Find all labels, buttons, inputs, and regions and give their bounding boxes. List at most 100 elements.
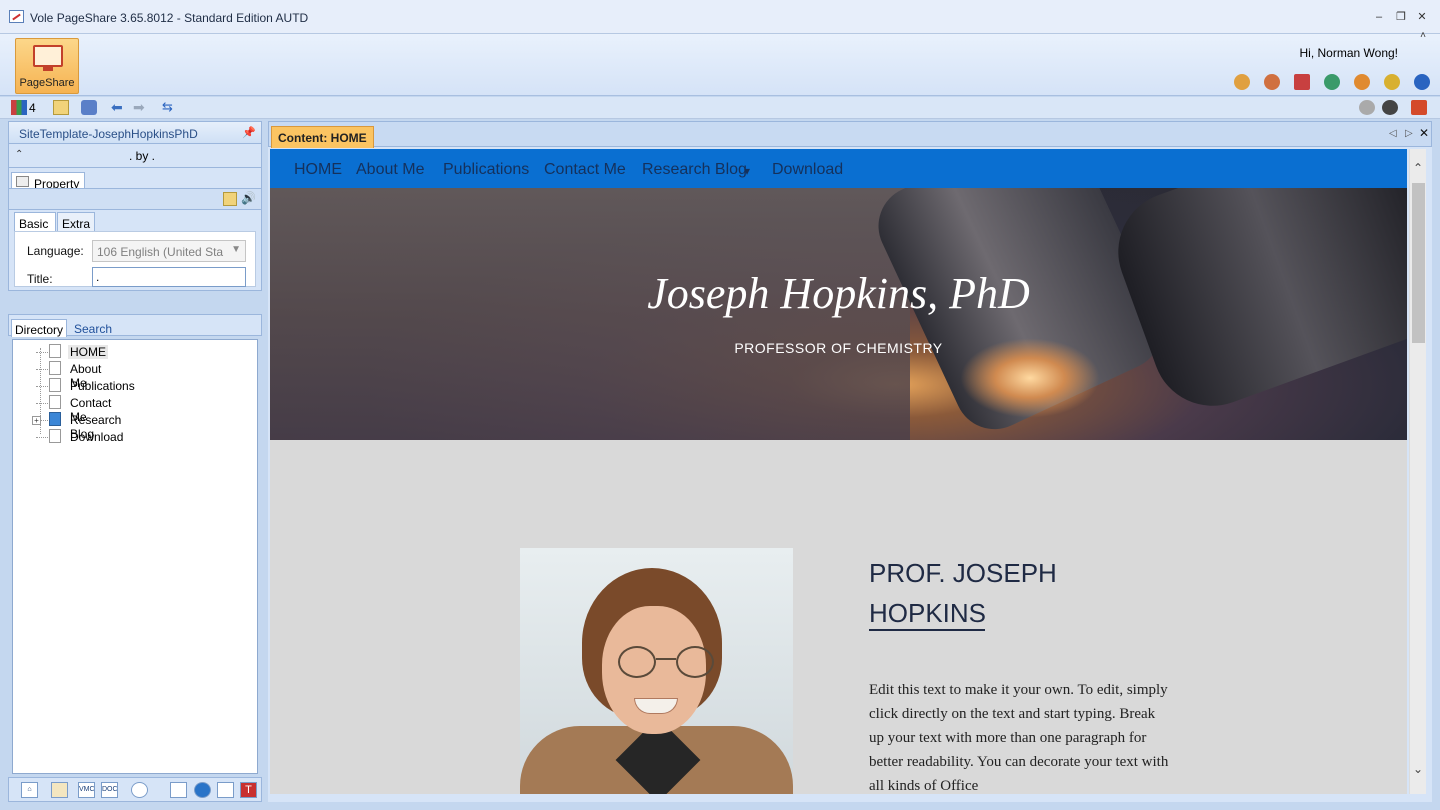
profile-heading: PROF. JOSEPH HOPKINS (869, 553, 1057, 633)
tab-extra[interactable]: Extra (57, 212, 95, 233)
speaker-icon[interactable]: 🔊 (241, 191, 256, 205)
heading-line-1: PROF. JOSEPH (869, 558, 1057, 588)
ribbon: PageShare ˄ Hi, Norman Wong! (0, 30, 1440, 96)
page-icon (49, 344, 61, 358)
bottom-toolbar: ⌂ VMC DOC T (8, 777, 262, 802)
nav-publications[interactable]: Publications (443, 161, 529, 179)
pin-icon[interactable]: 📌 (242, 126, 256, 139)
forward-arrow-icon[interactable]: ➡ (133, 100, 149, 115)
content-tab-bar: Content: HOME ◁ ▷ ✕ (268, 121, 1432, 148)
collapse-up-icon[interactable]: ⌃ (15, 149, 23, 160)
basic-properties: Language: 106 English (United Sta ▼ Titl… (14, 231, 256, 287)
word-icon[interactable] (170, 782, 187, 798)
pageshare-button[interactable]: PageShare (15, 38, 79, 94)
vmc-icon[interactable]: VMC (78, 782, 95, 798)
property-toolbar: 🔊 (8, 188, 262, 210)
hero-title: Joseph Hopkins, PhD (647, 269, 1030, 318)
page-icon (49, 429, 61, 443)
nav-home[interactable]: HOME (294, 161, 342, 179)
profile-body-text: Edit this text to make it your own. To e… (869, 682, 1169, 794)
tab-directory[interactable]: Directory (11, 319, 68, 337)
expand-icon[interactable]: + (32, 416, 41, 425)
nav-dropdown-icon: ▾ (744, 164, 751, 178)
page-icon (49, 378, 61, 392)
book-icon (49, 412, 61, 426)
globe-icon[interactable] (1324, 74, 1340, 90)
property-icon (16, 176, 29, 187)
scroll-thumb[interactable] (1412, 183, 1425, 343)
doc-icon[interactable]: DOC (101, 782, 118, 798)
monitor-icon (33, 45, 63, 71)
directory-tabs: Directory Search (8, 314, 262, 337)
tree-item-label: HOME (68, 345, 108, 359)
tree-item-label: Publications (70, 379, 135, 393)
site-name: SiteTemplate-JosephHopkinsPhD (19, 127, 198, 141)
by-text: . by . (129, 149, 156, 163)
tab-content-home[interactable]: Content: HOME (271, 126, 374, 148)
nav-about-me[interactable]: About Me (356, 161, 424, 179)
tools-icon[interactable] (1264, 74, 1280, 90)
tree-item-label: Download (70, 430, 124, 444)
save-icon[interactable] (53, 100, 69, 115)
prev-circle-icon[interactable] (1359, 100, 1375, 115)
scroll-down-icon[interactable]: ⌄ (1413, 762, 1423, 776)
window-titlebar: Vole PageShare 3.65.8012 - Standard Edit… (0, 0, 1440, 34)
nav-download[interactable]: Download (772, 161, 843, 179)
left-panel: SiteTemplate-JosephHopkinsPhD 📌 ⌃ . by .… (8, 121, 262, 802)
title-label: Title: (27, 272, 53, 286)
restore-button[interactable]: ❐ (1393, 9, 1409, 25)
language-label: Language: (27, 244, 84, 258)
minimize-button[interactable]: – (1371, 9, 1387, 25)
title-field[interactable]: . (92, 267, 246, 287)
nav-contact-me[interactable]: Contact Me (544, 161, 626, 179)
palette-icon[interactable] (1234, 74, 1250, 90)
content-area: Content: HOME ◁ ▷ ✕ HOME About Me Public… (268, 121, 1432, 802)
directory-tree: HOME About Me Publications Contact Me + … (12, 339, 258, 774)
ribbon-icon-group (1220, 74, 1430, 90)
heading-divider (869, 629, 985, 631)
tab-next-icon[interactable]: ▷ (1405, 128, 1413, 139)
hero-banner: Joseph Hopkins, PhD PROFESSOR OF CHEMIST… (270, 188, 1407, 440)
vertical-scrollbar[interactable]: ⌃ ⌄ (1409, 149, 1426, 794)
nav-research-blog[interactable]: Research Blog (642, 161, 747, 179)
app-icon (9, 10, 24, 23)
chevron-down-icon: ▼ (231, 244, 241, 255)
text-tool-icon[interactable]: T (240, 782, 257, 798)
calendar-icon[interactable] (1294, 74, 1310, 90)
stopwatch-icon[interactable] (1384, 74, 1400, 90)
close-tab-icon[interactable]: ✕ (1419, 126, 1429, 140)
by-row: ⌃ . by . (8, 144, 262, 168)
scroll-up-icon[interactable]: ⌃ (1413, 161, 1423, 175)
profile-photo (520, 548, 793, 794)
layers-icon[interactable] (81, 100, 97, 115)
info-icon[interactable] (1414, 74, 1430, 90)
pageshare-label: PageShare (19, 77, 75, 89)
hero-subtitle: PROFESSOR OF CHEMISTRY (734, 340, 943, 356)
edit-note-icon[interactable] (223, 192, 237, 206)
tab-search[interactable]: Search (71, 319, 115, 337)
language-value: 106 English (United Sta (97, 245, 224, 259)
language-select[interactable]: 106 English (United Sta ▼ (92, 240, 246, 262)
ribbon-collapse-icon[interactable]: ˄ (1420, 30, 1426, 41)
document-list-icon[interactable] (51, 782, 68, 798)
close-button[interactable]: ✕ (1414, 9, 1430, 25)
page-icon (49, 395, 61, 409)
home-icon[interactable]: ⌂ (21, 782, 38, 798)
user-greeting: Hi, Norman Wong! (1299, 46, 1398, 60)
chart-icon[interactable] (11, 100, 27, 115)
tab-prev-icon[interactable]: ◁ (1389, 128, 1397, 139)
property-body: Basic Extra Language: 106 English (Unite… (8, 210, 262, 291)
refresh-icon[interactable]: ⇆ (162, 100, 178, 115)
browser-icon[interactable] (194, 782, 211, 798)
eye-icon[interactable] (131, 782, 148, 798)
back-arrow-icon[interactable]: ⬅ (111, 100, 127, 115)
page-preview: HOME About Me Publications Contact Me Re… (270, 149, 1407, 794)
wrench-icon[interactable] (1354, 74, 1370, 90)
powerpoint-icon[interactable] (1411, 100, 1427, 115)
blank-page-icon[interactable] (217, 782, 234, 798)
page-count: 4 (29, 101, 36, 115)
property-tab-row: Property (8, 168, 262, 193)
next-circle-icon[interactable] (1382, 100, 1398, 115)
site-panel-header: SiteTemplate-JosephHopkinsPhD 📌 (8, 121, 262, 144)
page-icon (49, 361, 61, 375)
